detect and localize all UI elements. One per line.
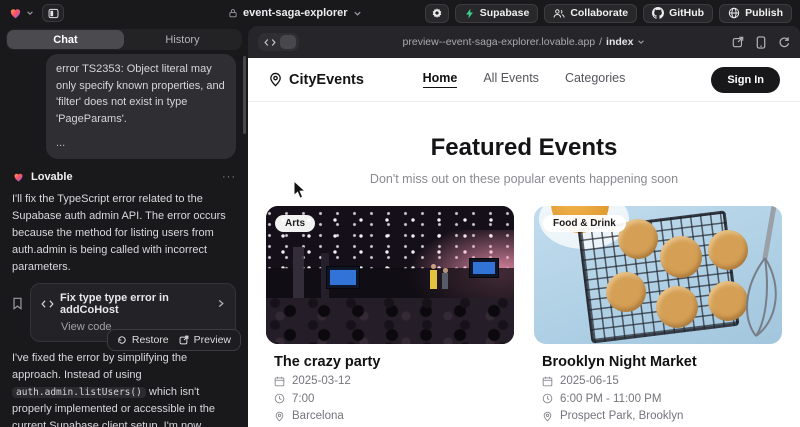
project-menu[interactable]: event-saga-explorer (228, 0, 362, 26)
event-date: 2025-03-12 (274, 375, 504, 387)
event-time: 7:00 (274, 393, 504, 405)
fix-card[interactable]: Fix type type error in addCoHost View co… (30, 283, 236, 342)
collaborate-button[interactable]: Collaborate (544, 4, 637, 23)
calendar-icon (542, 376, 553, 387)
chevron-down-icon (637, 38, 645, 46)
preview-toolbar: preview--event-saga-explorer.lovable.app… (248, 26, 800, 58)
clock-icon (274, 393, 285, 404)
site-brand[interactable]: CityEvents (268, 72, 364, 88)
supabase-button[interactable]: Supabase (455, 4, 539, 23)
project-name: event-saga-explorer (243, 7, 348, 19)
code-icon (264, 38, 276, 47)
supabase-bolt-icon (464, 8, 475, 19)
chevron-down-icon (26, 9, 34, 17)
inline-code: auth.admin.listUsers() (12, 387, 146, 398)
event-title: Brooklyn Night Market (542, 354, 772, 370)
category-badge: Arts (275, 215, 315, 232)
toggle-sidebar-button[interactable] (42, 4, 64, 22)
event-title: The crazy party (274, 354, 504, 370)
lovable-heart-icon (8, 6, 23, 20)
fix-card-row: Fix type type error in addCoHost View co… (12, 283, 236, 342)
topbar-actions: Supabase Collaborate GitHub Publish (425, 4, 792, 23)
hero-title: Featured Events (248, 134, 800, 162)
publish-button[interactable]: Publish (719, 4, 792, 23)
github-icon (652, 7, 664, 19)
toggle-knob (280, 35, 296, 49)
panel-icon (48, 8, 59, 19)
restore-preview-pill: Restore Preview (107, 329, 241, 351)
map-pin-icon (268, 72, 283, 87)
lock-icon (228, 8, 238, 18)
fix-card-title: Fix type type error in addCoHost (60, 292, 211, 316)
nav-home[interactable]: Home (423, 71, 458, 88)
github-button[interactable]: GitHub (643, 4, 713, 23)
globe-icon (728, 7, 740, 19)
chat-panel: Chat History error TS2353: Object litera… (0, 26, 248, 427)
app-window: event-saga-explorer Supabase (0, 0, 800, 427)
category-badge: Food & Drink (543, 215, 626, 232)
assistant-name: Lovable (31, 171, 73, 183)
event-date: 2025-06-15 (542, 375, 772, 387)
event-image-conference: Arts (266, 206, 514, 344)
external-link-icon (179, 335, 189, 345)
people-icon (553, 8, 565, 19)
error-message-text: error TS2353: Object literal may only sp… (56, 61, 226, 127)
restore-button[interactable]: Restore (117, 334, 169, 346)
gear-icon (431, 7, 443, 19)
tab-chat[interactable]: Chat (7, 30, 124, 49)
bookmark-icon[interactable] (12, 297, 23, 310)
topbar: event-saga-explorer Supabase (0, 0, 800, 26)
preview-pane: preview--event-saga-explorer.lovable.app… (248, 26, 800, 427)
site-frame: CityEvents Home All Events Categories Si… (248, 58, 800, 427)
lovable-heart-icon (12, 171, 25, 183)
map-pin-icon (542, 411, 553, 422)
sign-in-button[interactable]: Sign In (711, 67, 780, 93)
mobile-view-button[interactable] (756, 36, 766, 49)
chevron-down-icon (353, 9, 362, 18)
chevron-right-icon (217, 299, 225, 308)
clock-icon (542, 393, 553, 404)
event-location: Barcelona (274, 410, 504, 422)
event-location: Prospect Park, Brooklyn (542, 410, 772, 422)
event-card-food-drink[interactable]: Food & Drink (534, 206, 782, 423)
preview-button[interactable]: Preview (179, 334, 231, 346)
event-card-arts[interactable]: Arts The crazy party (266, 206, 514, 423)
preview-actions (732, 36, 790, 49)
event-image-cookies: Food & Drink (534, 206, 782, 344)
assistant-paragraph: I'll fix the TypeScript error related to… (12, 191, 236, 276)
map-pin-icon (274, 411, 285, 422)
nav-categories[interactable]: Categories (565, 71, 625, 88)
hero-section: Featured Events Don't miss out on these … (248, 102, 800, 186)
message-menu-icon[interactable]: ··· (222, 171, 236, 183)
user-message-bubble: error TS2353: Object literal may only sp… (46, 54, 236, 159)
lovable-menu[interactable] (8, 6, 34, 20)
restore-icon (117, 335, 127, 345)
assistant-header: Lovable ··· (12, 171, 236, 183)
event-time: 6:00 PM - 11:00 PM (542, 393, 772, 405)
settings-button[interactable] (425, 4, 449, 23)
event-cards: Arts The crazy party (248, 206, 800, 423)
open-in-new-tab-button[interactable] (732, 36, 744, 48)
whisk-graphic (718, 206, 782, 344)
assistant-paragraph-2: I've fixed the error by simplifying the … (12, 350, 236, 427)
nav-all-events[interactable]: All Events (483, 71, 539, 88)
code-view-toggle[interactable] (258, 33, 299, 51)
main-area: Chat History error TS2353: Object litera… (0, 26, 800, 427)
calendar-icon (274, 376, 285, 387)
chat-messages[interactable]: error TS2353: Object literal may only sp… (6, 50, 242, 427)
preview-url[interactable]: preview--event-saga-explorer.lovable.app… (403, 36, 646, 48)
refresh-button[interactable] (778, 36, 790, 48)
hero-subtitle: Don't miss out on these popular events h… (248, 172, 800, 186)
tab-history[interactable]: History (124, 30, 241, 49)
chat-history-tabs: Chat History (6, 29, 242, 50)
message-ellipsis: ... (56, 135, 226, 152)
site-nav: Home All Events Categories (423, 71, 626, 88)
site-header: CityEvents Home All Events Categories Si… (248, 58, 800, 102)
chat-scrollbar[interactable] (243, 56, 246, 134)
code-icon (41, 299, 54, 309)
